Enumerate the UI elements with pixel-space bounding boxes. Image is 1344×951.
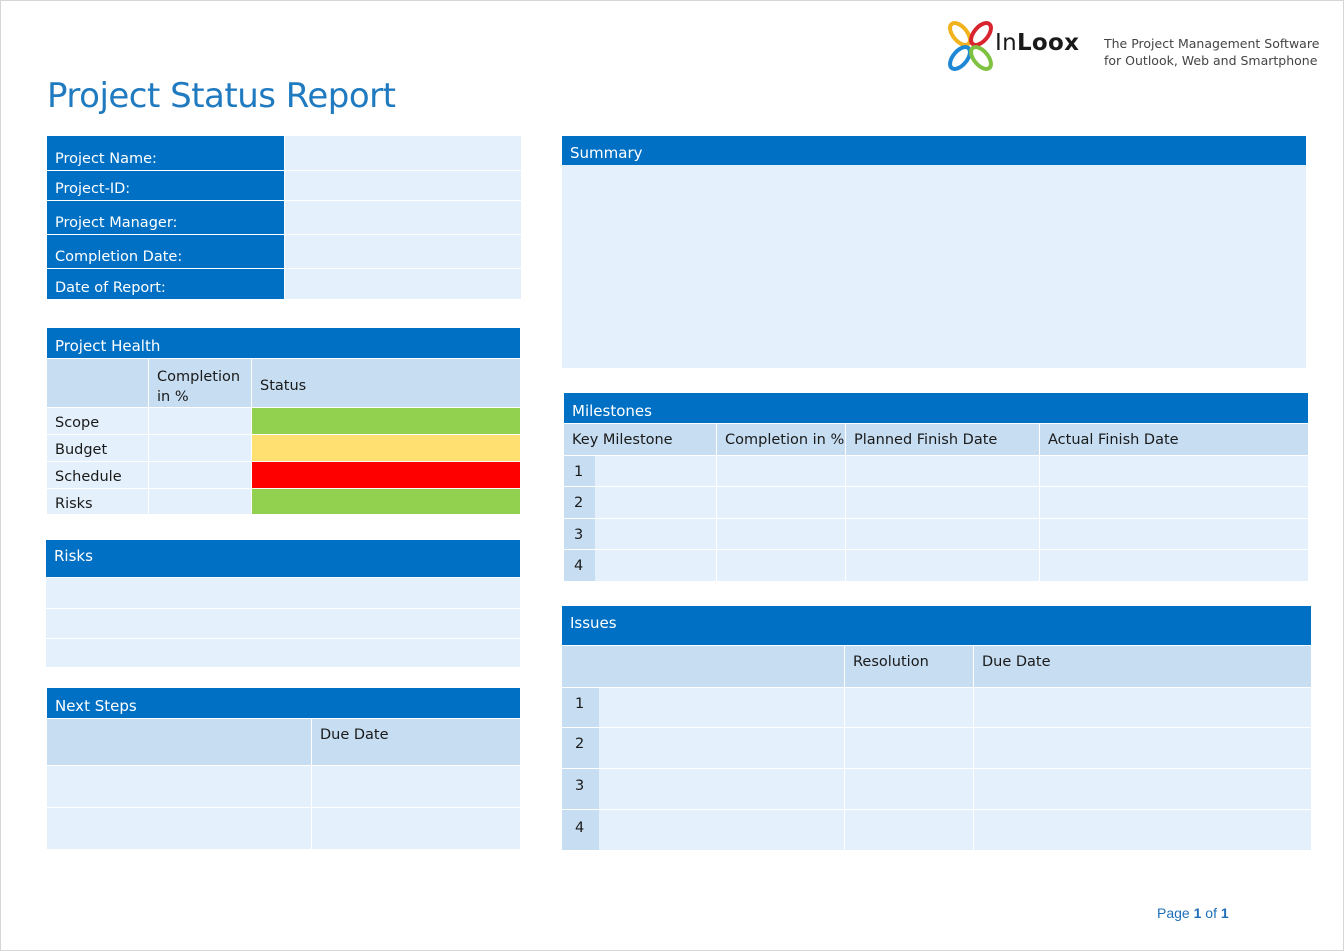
issues-header: Issues [562, 606, 1311, 645]
budget-status-indicator [252, 435, 520, 461]
inloox-logo-icon [948, 20, 994, 72]
issue-row-index: 4 [575, 820, 584, 836]
value-date-of-report[interactable] [285, 269, 521, 299]
value-project-id[interactable] [285, 171, 521, 200]
issues-column-header [562, 646, 1311, 687]
schedule-status-indicator [252, 462, 520, 488]
milestone-row-index: 3 [574, 527, 583, 543]
col-resolution: Resolution [853, 654, 929, 670]
label-project-id: Project-ID: [47, 171, 284, 200]
project-health-header: Project Health [47, 328, 520, 358]
scope-status-indicator [252, 408, 520, 434]
label-project-manager: Project Manager: [47, 201, 284, 234]
risks-header: Risks [46, 540, 520, 577]
schedule-completion-cell[interactable] [149, 462, 251, 488]
budget-completion-cell[interactable] [149, 435, 251, 461]
label-date-of-report: Date of Report: [47, 269, 284, 299]
value-project-name[interactable] [285, 136, 521, 170]
tagline-line-1: The Project Management Software [1104, 35, 1319, 52]
col-next-steps-due-date: Due Date [320, 727, 389, 743]
milestones-header: Milestones [564, 393, 1308, 423]
summary-body[interactable] [562, 165, 1306, 368]
label-completion-date: Completion Date: [47, 235, 284, 268]
issue-row-index: 3 [575, 778, 584, 794]
issue-row-index: 1 [575, 696, 584, 712]
row-label-schedule: Schedule [55, 469, 122, 485]
value-project-manager[interactable] [285, 201, 521, 234]
tagline-line-2: for Outlook, Web and Smartphone [1104, 52, 1319, 69]
col-completion: Completion in % [725, 432, 844, 448]
row-label-scope: Scope [55, 415, 99, 431]
col-due-date: Due Date [982, 654, 1051, 670]
issue-row-index: 2 [575, 736, 584, 752]
col-key-milestone: Key Milestone [572, 432, 673, 448]
page-number: Page 1 of 1 [1157, 905, 1229, 921]
row-label-risks: Risks [55, 496, 93, 512]
col-status: Status [260, 378, 306, 394]
col-planned-finish: Planned Finish Date [854, 432, 997, 448]
label-project-name: Project Name: [47, 136, 284, 170]
brand-tagline: The Project Management Software for Outl… [1104, 35, 1319, 69]
issues-body[interactable] [562, 688, 1311, 850]
scope-completion-cell[interactable] [149, 408, 251, 434]
risks-completion-cell[interactable] [149, 489, 251, 514]
milestone-row-index: 2 [574, 495, 583, 511]
brand-name: InLoox [995, 30, 1079, 56]
col-actual-finish: Actual Finish Date [1048, 432, 1179, 448]
next-steps-header: Next Steps [47, 688, 520, 718]
milestone-row-index: 4 [574, 558, 583, 574]
value-completion-date[interactable] [285, 235, 521, 268]
col-completion-percent: Completionin % [157, 367, 240, 407]
milestone-row-index: 1 [574, 464, 583, 480]
risks-body[interactable] [46, 578, 520, 667]
risks-status-indicator [252, 489, 520, 514]
summary-header: Summary [562, 136, 1306, 165]
next-steps-column-header [47, 719, 520, 765]
row-label-budget: Budget [55, 442, 107, 458]
page-title: Project Status Report [47, 76, 396, 116]
